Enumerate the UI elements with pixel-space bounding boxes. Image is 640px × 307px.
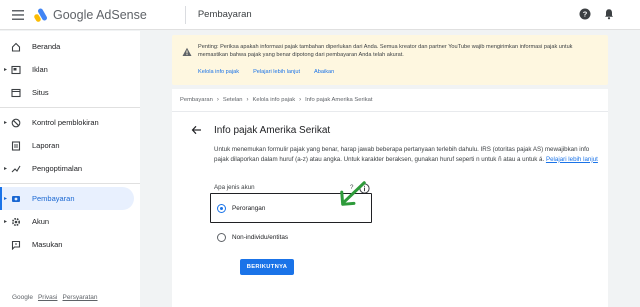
report-icon bbox=[10, 140, 22, 152]
card-divider bbox=[172, 111, 608, 112]
block-icon bbox=[10, 117, 22, 129]
option-label-perorangan: Perorangan bbox=[232, 205, 266, 212]
dismiss-link[interactable]: Abaikan bbox=[314, 69, 334, 75]
privacy-link[interactable]: Privasi bbox=[38, 294, 58, 301]
sidebar-item-label: Akun bbox=[32, 217, 50, 226]
terms-link[interactable]: Persyaratan bbox=[62, 294, 97, 301]
sidebar-item-masukan[interactable]: Masukan bbox=[0, 233, 140, 256]
sidebar-item-label: Beranda bbox=[32, 42, 61, 51]
learn-more-link[interactable]: Pelajari lebih lanjut bbox=[253, 69, 300, 75]
top-app-bar: Google AdSense Pembayaran ? bbox=[0, 0, 640, 30]
green-arrow-annotation bbox=[340, 181, 366, 206]
payments-icon bbox=[10, 193, 22, 205]
description-text: Untuk menemukan formulir pajak yang bena… bbox=[214, 146, 590, 163]
sidebar-item-pembayaran[interactable]: ▸ Pembayaran bbox=[0, 187, 134, 210]
sidebar-item-kontrol-pemblokiran[interactable]: ▸ Kontrol pemblokiran bbox=[0, 111, 140, 134]
sidebar-nav: Beranda ▸ Iklan Situs ▸ Kontrol pembloki… bbox=[0, 31, 140, 307]
radio-perorangan[interactable] bbox=[217, 204, 226, 213]
feedback-icon bbox=[10, 239, 22, 251]
option-label-non-individu: Non-individu/entitas bbox=[232, 234, 289, 241]
form-title: Info pajak Amerika Serikat bbox=[214, 125, 331, 136]
banner-links: Kelola info pajak Pelajari lebih lanjut … bbox=[198, 69, 334, 75]
sidebar-item-label: Masukan bbox=[32, 240, 63, 249]
logo-text: Google AdSense bbox=[53, 7, 147, 22]
breadcrumb-settings[interactable]: Setelan bbox=[223, 97, 243, 103]
description-learn-more-link[interactable]: Pelajari lebih lanjut bbox=[546, 156, 598, 163]
optimize-icon bbox=[10, 163, 22, 175]
sidebar-item-situs[interactable]: Situs bbox=[0, 81, 140, 104]
sidebar-item-label: Pengoptimalan bbox=[32, 164, 83, 173]
sidebar-item-akun[interactable]: ▸ Akun bbox=[0, 210, 140, 233]
notifications-bell-icon[interactable] bbox=[602, 7, 616, 21]
account-gear-icon bbox=[10, 216, 22, 228]
warning-icon bbox=[182, 44, 192, 56]
chevron-right-icon: › bbox=[246, 97, 249, 103]
breadcrumb-current: Info pajak Amerika Serikat bbox=[305, 97, 373, 103]
nav-divider bbox=[0, 107, 140, 108]
adsense-logo[interactable]: Google AdSense bbox=[34, 8, 147, 22]
sidebar-item-iklan[interactable]: ▸ Iklan bbox=[0, 58, 140, 81]
account-type-question: Apa jenis akun bbox=[214, 184, 255, 191]
radio-non-individu[interactable] bbox=[217, 233, 226, 242]
caret-right-icon: ▸ bbox=[4, 219, 8, 225]
tax-info-card: Pembayaran › Setelan › Kelola info pajak… bbox=[172, 89, 608, 307]
tax-warning-banner: Penting: Periksa apakah informasi pajak … bbox=[172, 35, 608, 85]
sidebar-item-label: Iklan bbox=[32, 65, 48, 74]
banner-text: Penting: Periksa apakah informasi pajak … bbox=[198, 44, 573, 58]
sidebar-item-label: Kontrol pemblokiran bbox=[32, 118, 99, 127]
caret-right-icon: ▸ bbox=[4, 166, 8, 172]
breadcrumb: Pembayaran › Setelan › Kelola info pajak… bbox=[180, 97, 372, 103]
manage-tax-info-link[interactable]: Kelola info pajak bbox=[198, 69, 239, 75]
chevron-right-icon: › bbox=[299, 97, 302, 103]
chevron-right-icon: › bbox=[216, 97, 219, 103]
nav-divider bbox=[0, 183, 140, 184]
sidebar-item-label: Pembayaran bbox=[32, 194, 75, 203]
sidebar-footer: Google Privasi Persyaratan bbox=[12, 294, 98, 301]
sidebar-item-label: Situs bbox=[32, 88, 49, 97]
menu-icon[interactable] bbox=[8, 5, 28, 25]
back-arrow-icon[interactable] bbox=[190, 124, 202, 136]
sidebar-item-pengoptimalan[interactable]: ▸ Pengoptimalan bbox=[0, 157, 140, 180]
ads-icon bbox=[10, 64, 22, 76]
next-button[interactable]: BERIKUTNYA bbox=[240, 259, 294, 275]
sites-icon bbox=[10, 87, 22, 99]
breadcrumb-manage-tax-info[interactable]: Kelola info pajak bbox=[253, 97, 296, 103]
sidebar-item-label: Laporan bbox=[32, 141, 60, 150]
topbar-divider bbox=[184, 5, 186, 24]
svg-text:?: ? bbox=[583, 10, 588, 19]
help-icon[interactable]: ? bbox=[578, 7, 592, 21]
caret-right-icon: ▸ bbox=[4, 120, 8, 126]
breadcrumb-payments[interactable]: Pembayaran bbox=[180, 97, 213, 103]
sidebar-item-laporan[interactable]: Laporan bbox=[0, 134, 140, 157]
caret-right-icon: ▸ bbox=[4, 67, 8, 73]
home-icon bbox=[10, 41, 22, 53]
top-actions: ? bbox=[578, 7, 616, 21]
sidebar-item-beranda[interactable]: Beranda bbox=[0, 35, 140, 58]
footer-brand: Google bbox=[12, 294, 33, 301]
caret-right-icon: ▸ bbox=[4, 196, 8, 202]
page-title: Pembayaran bbox=[197, 9, 252, 20]
main-content: Penting: Periksa apakah informasi pajak … bbox=[140, 31, 640, 307]
adsense-logo-icon bbox=[34, 8, 48, 22]
form-description: Untuk menemukan formulir pajak yang bena… bbox=[214, 145, 604, 164]
